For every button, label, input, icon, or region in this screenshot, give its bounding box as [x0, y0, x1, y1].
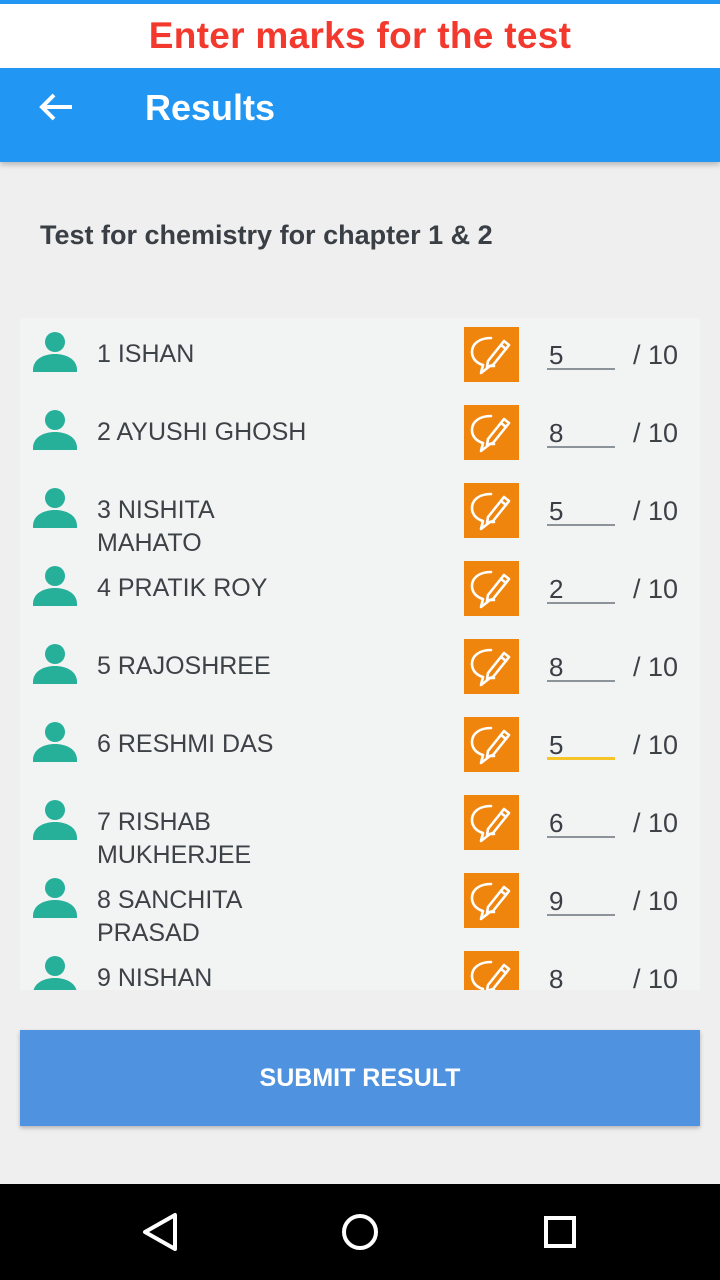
student-name: 9 NISHAN MAHATO	[97, 964, 213, 990]
submit-result-button[interactable]: SUBMIT RESULT	[20, 1030, 700, 1126]
comment-edit-button[interactable]	[464, 483, 519, 538]
person-icon	[32, 954, 78, 990]
app-bar: Results	[0, 68, 720, 162]
person-icon	[32, 408, 78, 454]
student-row: 6 RESHMI DAS 5 / 10	[20, 708, 700, 786]
marks-input[interactable]: 2	[547, 574, 615, 604]
student-row: 5 RAJOSHREE 8 / 10	[20, 630, 700, 708]
test-title: Test for chemistry for chapter 1 & 2	[40, 220, 493, 250]
triangle-back-icon	[143, 1213, 177, 1251]
circle-home-icon	[342, 1214, 378, 1250]
student-name: 7 RISHAB MUKHERJEE	[97, 808, 252, 869]
comment-edit-button[interactable]	[464, 639, 519, 694]
comment-edit-icon	[470, 726, 511, 765]
person-icon	[32, 564, 78, 610]
comment-edit-icon	[470, 570, 511, 609]
max-marks-label: / 10	[633, 730, 679, 760]
student-name: 8 SANCHITA PRASAD	[97, 886, 242, 947]
comment-edit-button[interactable]	[464, 717, 519, 772]
student-row: 8 SANCHITA PRASAD 9 / 10	[20, 864, 700, 947]
comment-edit-button[interactable]	[464, 795, 519, 850]
max-marks-label: / 10	[633, 652, 679, 682]
max-marks-label: / 10	[633, 340, 679, 370]
max-marks-label: / 10	[633, 418, 679, 448]
comment-edit-icon	[470, 492, 511, 531]
person-icon	[32, 330, 78, 376]
instruction-text: Enter marks for the test	[148, 15, 572, 56]
student-name: 6 RESHMI DAS	[97, 730, 274, 758]
comment-edit-button[interactable]	[464, 951, 519, 990]
comment-edit-button[interactable]	[464, 327, 519, 382]
person-icon	[32, 486, 78, 532]
comment-edit-icon	[470, 336, 511, 375]
comment-edit-icon	[470, 648, 511, 687]
student-name: 3 NISHITA MAHATO	[97, 496, 214, 557]
page-title: Results	[145, 87, 276, 128]
comment-edit-button[interactable]	[464, 405, 519, 460]
marks-input[interactable]: 9	[547, 886, 615, 916]
marks-input[interactable]: 5	[547, 730, 615, 760]
marks-input[interactable]: 5	[547, 496, 615, 526]
comment-edit-button[interactable]	[464, 561, 519, 616]
instruction-banner: Enter marks for the test	[0, 0, 720, 68]
student-name: 5 RAJOSHREE	[97, 652, 271, 680]
person-icon	[32, 798, 78, 844]
student-row: 1 ISHAN 5 / 10	[20, 318, 700, 396]
person-icon	[32, 642, 78, 688]
comment-edit-icon	[470, 882, 511, 921]
max-marks-label: / 10	[633, 808, 679, 838]
max-marks-label: / 10	[633, 886, 679, 916]
student-row: 2 AYUSHI GHOSH 8 / 10	[20, 396, 700, 474]
comment-edit-button[interactable]	[464, 873, 519, 928]
marks-input[interactable]: 8	[547, 418, 615, 448]
system-nav-bar	[0, 1184, 720, 1280]
student-name: 4 PRATIK ROY	[97, 574, 268, 602]
student-row: 7 RISHAB MUKHERJEE 6 / 10	[20, 786, 700, 869]
student-name: 1 ISHAN	[97, 340, 195, 368]
max-marks-label: / 10	[633, 574, 679, 604]
student-row: 9 NISHAN MAHATO 8 / 10	[20, 942, 700, 990]
arrow-left-icon	[39, 93, 72, 121]
marks-input[interactable]: 6	[547, 808, 615, 838]
back-button[interactable]	[22, 88, 78, 144]
marks-input[interactable]: 8	[547, 652, 615, 682]
person-icon	[32, 876, 78, 922]
max-marks-label: / 10	[633, 964, 679, 990]
max-marks-label: / 10	[633, 496, 679, 526]
submit-result-label: SUBMIT RESULT	[259, 1063, 461, 1092]
marks-input[interactable]: 5	[547, 340, 615, 370]
nav-back-button[interactable]	[134, 1206, 186, 1258]
student-list[interactable]: 1 ISHAN 5/ 10 2 AYUSHI GHOSH 8/ 10 3 NISHITA…	[20, 318, 700, 990]
person-icon	[32, 720, 78, 766]
comment-edit-icon	[470, 804, 511, 843]
nav-home-button[interactable]	[334, 1206, 386, 1258]
student-name: 2 AYUSHI GHOSH	[97, 418, 307, 446]
nav-recents-button[interactable]	[534, 1206, 586, 1258]
comment-edit-icon	[470, 414, 511, 453]
comment-edit-icon	[470, 960, 511, 990]
student-row: 3 NISHITA MAHATO 5 / 10	[20, 474, 700, 557]
marks-input[interactable]: 8	[547, 964, 615, 990]
square-recents-icon	[544, 1216, 576, 1248]
student-row: 4 PRATIK ROY 2 / 10	[20, 552, 700, 630]
